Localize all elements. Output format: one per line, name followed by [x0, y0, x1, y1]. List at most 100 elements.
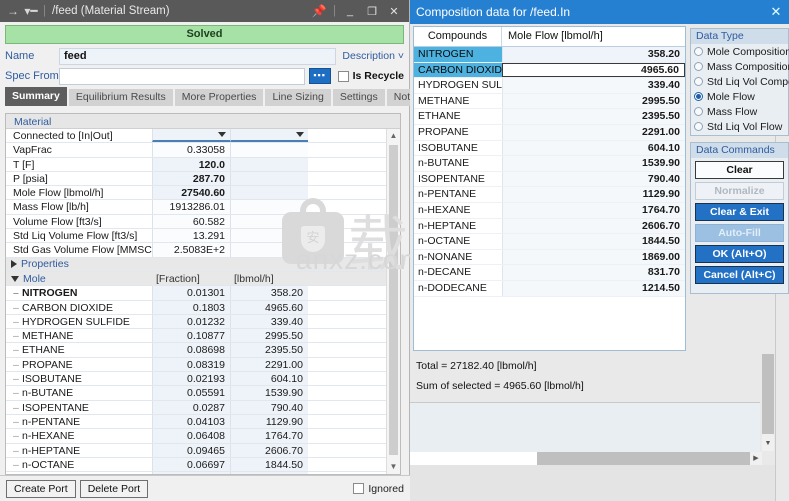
- row-compound-name[interactable]: CARBON DIOXIDE: [414, 62, 502, 78]
- row-compound-name[interactable]: METHANE: [414, 93, 502, 109]
- table-row[interactable]: n-HEXANE 1764.70: [414, 202, 685, 219]
- ignored-control[interactable]: Ignored: [353, 483, 404, 495]
- compound-fraction[interactable]: 0.08698: [152, 343, 230, 357]
- row-value[interactable]: 1844.50: [502, 234, 685, 249]
- compound-flow[interactable]: 1844.50: [230, 457, 308, 472]
- compound-fraction[interactable]: 0.01301: [152, 286, 230, 300]
- property-value-secondary[interactable]: [230, 157, 308, 171]
- scroll-down-icon[interactable]: ▼: [387, 460, 400, 474]
- compound-fraction[interactable]: 0.02193: [152, 372, 230, 386]
- arrow-right-icon[interactable]: →: [4, 4, 22, 18]
- dock-icon[interactable]: ▾━: [22, 4, 40, 18]
- clear-button[interactable]: Clear: [695, 161, 784, 179]
- row-compound-name[interactable]: n-OCTANE: [414, 234, 502, 249]
- row-value[interactable]: 1539.90: [502, 156, 685, 171]
- table-row[interactable]: METHANE 2995.50: [414, 93, 685, 110]
- ok-alt-o-button[interactable]: OK (Alt+O): [695, 245, 784, 263]
- radio-option[interactable]: Mole Flow: [691, 89, 788, 104]
- connected-in-dropdown[interactable]: [152, 129, 230, 143]
- table-row[interactable]: n-DECANE 831.70: [414, 265, 685, 281]
- is-recycle-checkbox[interactable]: [337, 70, 349, 82]
- radio-icon[interactable]: [694, 122, 703, 131]
- tab-settings[interactable]: Settings: [332, 89, 385, 106]
- radio-icon[interactable]: [694, 107, 703, 116]
- row-value[interactable]: 339.40: [502, 78, 685, 93]
- radio-selected-icon[interactable]: [694, 92, 703, 101]
- compound-fraction[interactable]: 0.04103: [152, 414, 230, 429]
- compound-flow[interactable]: 2291.00: [230, 357, 308, 372]
- scrollbar-thumb[interactable]: [389, 145, 398, 455]
- row-value[interactable]: 1869.00: [502, 249, 685, 265]
- table-row[interactable]: n-OCTANE 1844.50: [414, 234, 685, 250]
- row-compound-name[interactable]: PROPANE: [414, 124, 502, 140]
- row-value[interactable]: 2291.00: [502, 124, 685, 140]
- property-value[interactable]: 1913286.01: [152, 200, 230, 214]
- row-compound-name[interactable]: HYDROGEN SULFIDE: [414, 78, 502, 93]
- radio-option[interactable]: Std Liq Vol Composition: [691, 74, 789, 89]
- pin-icon[interactable]: 📌: [308, 4, 330, 18]
- table-row[interactable]: n-DODECANE 1214.50: [414, 280, 685, 297]
- row-value-editing-input[interactable]: 4965.60: [502, 62, 685, 78]
- row-compound-name[interactable]: n-DODECANE: [414, 280, 502, 296]
- row-value[interactable]: 2395.50: [502, 109, 685, 124]
- row-value[interactable]: 1764.70: [502, 202, 685, 218]
- compound-flow[interactable]: 1129.90: [230, 414, 308, 429]
- table-row[interactable]: CARBON DIOXIDE 4965.60: [414, 62, 685, 79]
- row-value[interactable]: 1214.50: [502, 280, 685, 296]
- row-value[interactable]: 604.10: [502, 140, 685, 156]
- grid-vertical-scrollbar[interactable]: ▲ ▼: [386, 129, 400, 474]
- ignored-checkbox[interactable]: [353, 483, 365, 494]
- table-row[interactable]: PROPANE 2291.00: [414, 124, 685, 141]
- radio-icon[interactable]: [694, 77, 703, 86]
- property-value-secondary[interactable]: [230, 243, 308, 257]
- radio-icon[interactable]: [694, 47, 703, 56]
- property-value-secondary[interactable]: [230, 229, 308, 243]
- row-compound-name[interactable]: ISOBUTANE: [414, 140, 502, 156]
- row-value[interactable]: 358.20: [502, 47, 685, 62]
- table-row[interactable]: ISOBUTANE 604.10: [414, 140, 685, 157]
- spec-from-input[interactable]: [59, 67, 305, 85]
- compound-fraction[interactable]: 0.10877: [152, 329, 230, 343]
- description-dropdown[interactable]: Description ˅: [336, 50, 404, 62]
- browse-ellipsis-button[interactable]: ▪▪▪: [308, 68, 331, 84]
- property-value-secondary[interactable]: [230, 200, 308, 214]
- radio-icon[interactable]: [694, 62, 703, 71]
- property-value-secondary[interactable]: [230, 214, 308, 229]
- dialog-horizontal-scrollbar-track[interactable]: [410, 452, 762, 465]
- dialog-scroll-down-icon[interactable]: ▼: [762, 437, 774, 451]
- tab-summary[interactable]: Summary: [5, 87, 67, 106]
- name-input[interactable]: feed: [59, 47, 337, 65]
- property-value-secondary[interactable]: [230, 186, 308, 200]
- is-recycle-control[interactable]: Is Recycle: [337, 70, 404, 82]
- property-value[interactable]: 13.291: [152, 229, 230, 243]
- compound-fraction[interactable]: 0.06697: [152, 457, 230, 472]
- row-value[interactable]: 1129.90: [502, 187, 685, 202]
- table-row[interactable]: ETHANE 2395.50: [414, 109, 685, 125]
- tab-equilibrium-results[interactable]: Equilibrium Results: [68, 89, 173, 106]
- cancel-alt-c-button[interactable]: Cancel (Alt+C): [695, 266, 784, 284]
- property-value[interactable]: 287.70: [152, 171, 230, 186]
- compound-fraction[interactable]: 0.01232: [152, 314, 230, 329]
- delete-port-button[interactable]: Delete Port: [79, 479, 149, 498]
- maximize-button[interactable]: ❐: [361, 5, 383, 18]
- row-compound-name[interactable]: NITROGEN: [414, 47, 502, 62]
- compound-flow[interactable]: 2395.50: [230, 343, 308, 357]
- clear-exit-button[interactable]: Clear & Exit: [695, 203, 784, 221]
- compound-flow[interactable]: 2995.50: [230, 329, 308, 343]
- scroll-up-icon[interactable]: ▲: [387, 129, 400, 143]
- minimize-button[interactable]: _: [339, 5, 361, 17]
- compound-flow[interactable]: 790.40: [230, 400, 308, 414]
- property-value[interactable]: 27540.60: [152, 186, 230, 200]
- radio-option[interactable]: Mass Composition: [691, 59, 789, 74]
- radio-option[interactable]: Std Liq Vol Flow: [691, 119, 788, 134]
- dialog-vertical-scrollbar-thumb[interactable]: [762, 354, 774, 434]
- row-value[interactable]: 2606.70: [502, 218, 685, 234]
- compound-fraction[interactable]: 0.09465: [152, 443, 230, 457]
- property-value[interactable]: 120.0: [152, 157, 230, 171]
- row-compound-name[interactable]: ETHANE: [414, 109, 502, 124]
- connected-out-dropdown[interactable]: [230, 129, 308, 143]
- tab-line-sizing[interactable]: Line Sizing: [265, 89, 331, 106]
- row-compound-name[interactable]: n-DECANE: [414, 265, 502, 280]
- property-value-secondary[interactable]: [230, 143, 308, 157]
- compound-fraction[interactable]: 0.08319: [152, 357, 230, 372]
